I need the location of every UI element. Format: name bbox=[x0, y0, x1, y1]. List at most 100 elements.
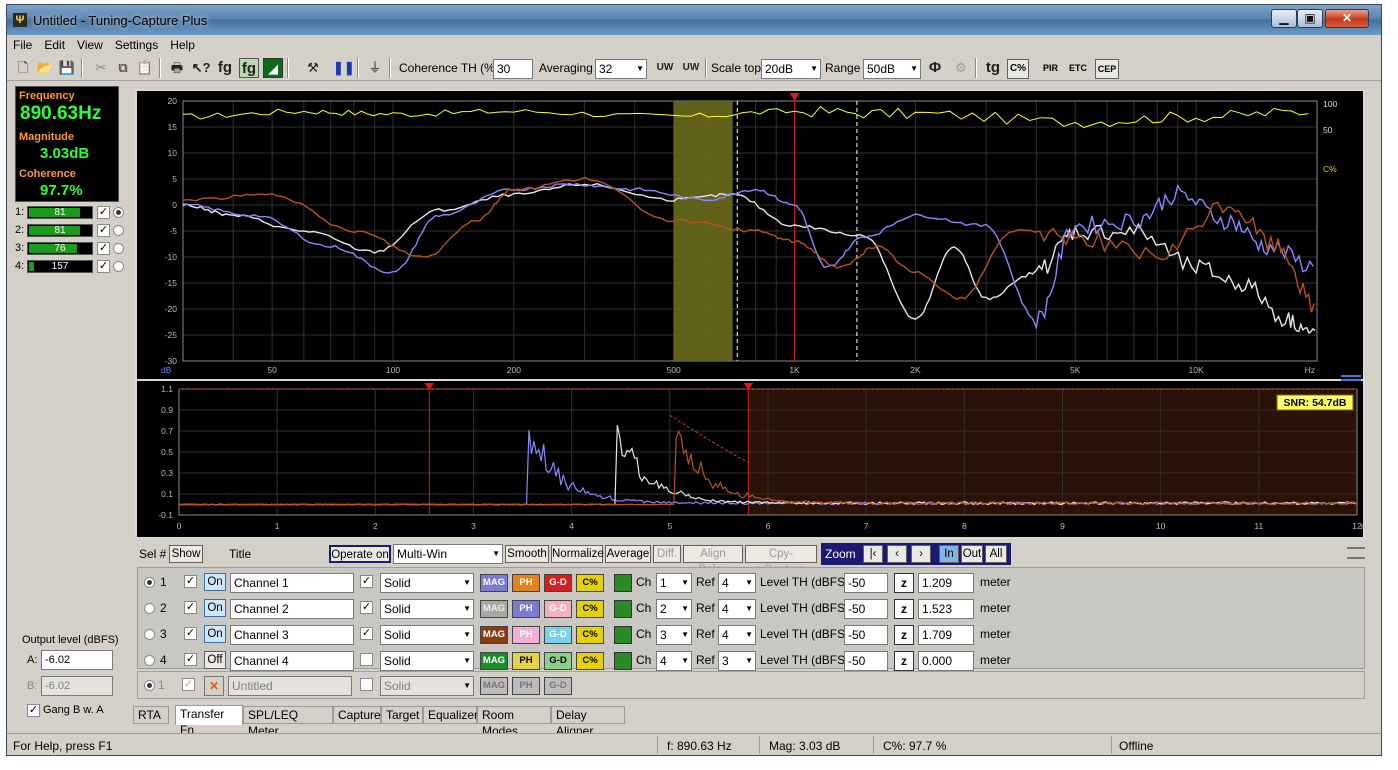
app-icon[interactable]: Ψ bbox=[13, 13, 27, 27]
tab-target[interactable]: Target bbox=[381, 706, 423, 724]
trace-select-radio[interactable] bbox=[144, 629, 155, 640]
trace-select-radio[interactable] bbox=[144, 603, 155, 614]
distance-icon[interactable]: z bbox=[894, 573, 914, 593]
distance-icon[interactable]: z bbox=[894, 651, 914, 671]
capture-show-checkbox[interactable]: ✓ bbox=[182, 678, 195, 691]
trace-phase-button[interactable]: PH bbox=[512, 652, 540, 670]
distance-input[interactable]: 1.709 bbox=[918, 625, 974, 645]
level-th-input[interactable]: -50 bbox=[844, 651, 888, 671]
zoom-in-button[interactable]: In bbox=[939, 545, 959, 563]
cut-icon[interactable]: ✂ bbox=[91, 58, 111, 78]
channel-level-checkbox[interactable]: ✓ bbox=[97, 260, 110, 273]
copy-trace-icon[interactable] bbox=[614, 652, 632, 670]
trace-select-radio[interactable] bbox=[144, 577, 155, 588]
trace-group-delay-button[interactable]: G-D bbox=[544, 600, 572, 618]
trace-show-checkbox[interactable]: ✓ bbox=[184, 575, 197, 588]
graph-icon[interactable]: ◢ bbox=[263, 58, 283, 78]
trace-select-radio[interactable] bbox=[144, 655, 155, 666]
trace-mag-button[interactable]: MAG bbox=[480, 600, 508, 618]
uw-weighting-alt-button[interactable]: UW bbox=[681, 58, 701, 78]
channel-level-checkbox[interactable]: ✓ bbox=[97, 206, 110, 219]
copy-trace-icon[interactable] bbox=[614, 600, 632, 618]
tab-room-modes[interactable]: Room Modes bbox=[477, 706, 551, 738]
trace-on-off-button[interactable]: On bbox=[204, 625, 226, 643]
trace-group-delay-button[interactable]: G-D bbox=[544, 652, 572, 670]
gang-checkbox[interactable]: ✓ bbox=[27, 704, 40, 717]
probe-icon[interactable]: ⚒ bbox=[303, 58, 323, 78]
distance-input[interactable]: 1.209 bbox=[918, 573, 974, 593]
trace-title-input[interactable]: Channel 2 bbox=[230, 599, 354, 619]
capture-style-select[interactable]: Solid bbox=[380, 676, 474, 696]
minimize-button[interactable]: ▁ bbox=[1271, 9, 1297, 28]
trace-style-select[interactable]: Solid bbox=[380, 625, 474, 645]
capture-select-radio[interactable] bbox=[144, 680, 155, 691]
trace-channel-select[interactable]: 1 bbox=[656, 573, 692, 593]
output-b-input[interactable]: -6.02 bbox=[41, 676, 113, 696]
menu-file[interactable]: File bbox=[7, 35, 38, 52]
level-th-input[interactable]: -50 bbox=[844, 573, 888, 593]
averaging-select[interactable]: 32 bbox=[595, 59, 647, 79]
close-button[interactable]: ✕ bbox=[1325, 9, 1369, 28]
phase-icon[interactable]: Φ bbox=[925, 58, 945, 78]
list-menu-icon[interactable] bbox=[1347, 547, 1365, 559]
trace-style-select[interactable]: Solid bbox=[380, 599, 474, 619]
generator-icon[interactable]: ⏚ bbox=[365, 58, 385, 78]
trace-title-input[interactable]: Channel 1 bbox=[230, 573, 354, 593]
trace-phase-button[interactable]: PH bbox=[512, 600, 540, 618]
tab-spl-leq-meter[interactable]: SPL/LEQ Meter bbox=[243, 706, 333, 738]
trace-coherence-button[interactable]: C% bbox=[576, 626, 604, 644]
zoom-prev-button[interactable]: ‹ bbox=[887, 545, 907, 563]
trace-group-delay-button[interactable]: G-D bbox=[544, 574, 572, 592]
trace-show-checkbox[interactable]: ✓ bbox=[184, 653, 197, 666]
multi-win-select[interactable]: Multi-Win bbox=[393, 544, 503, 564]
capture-title-input[interactable]: Untitled bbox=[228, 676, 352, 696]
fg-button[interactable]: fg bbox=[215, 58, 235, 78]
capture-phase-button[interactable]: PH bbox=[512, 677, 540, 695]
diff-button[interactable]: Diff. bbox=[653, 545, 681, 563]
delete-capture-icon[interactable]: ✕ bbox=[204, 676, 224, 696]
distance-icon[interactable]: z bbox=[894, 625, 914, 645]
distance-icon[interactable]: z bbox=[894, 599, 914, 619]
tab-delay-aligner[interactable]: Delay Aligner bbox=[551, 706, 625, 738]
output-a-input[interactable]: -6.02 bbox=[41, 650, 113, 670]
trace-coherence-button[interactable]: C% bbox=[576, 574, 604, 592]
trace-phase-button[interactable]: PH bbox=[512, 574, 540, 592]
trace-reference-select[interactable]: 4 bbox=[718, 573, 756, 593]
zoom-all-button[interactable]: All bbox=[985, 545, 1007, 563]
etc-button[interactable]: ETC bbox=[1069, 58, 1087, 78]
trace-show-checkbox[interactable]: ✓ bbox=[184, 627, 197, 640]
trace-channel-select[interactable]: 3 bbox=[656, 625, 692, 645]
trace-channel-select[interactable]: 4 bbox=[656, 651, 692, 671]
average-button[interactable]: Average bbox=[605, 545, 651, 563]
copy-trace-icon[interactable] bbox=[614, 574, 632, 592]
trace-on-off-button[interactable]: On bbox=[204, 573, 226, 591]
fg-toggle-button[interactable]: fg bbox=[239, 58, 259, 78]
help-cursor-icon[interactable]: ↖? bbox=[191, 58, 211, 78]
capture-mag-button[interactable]: MAG bbox=[480, 677, 508, 695]
capture-visible-checkbox[interactable] bbox=[360, 678, 373, 691]
phase-alt-icon[interactable]: ⚙ bbox=[951, 58, 971, 78]
normalize-button[interactable]: Normalize bbox=[551, 545, 604, 563]
cep-button[interactable]: CEP bbox=[1095, 59, 1119, 79]
trace-channel-select[interactable]: 2 bbox=[656, 599, 692, 619]
menu-edit[interactable]: Edit bbox=[38, 35, 71, 52]
trace-mag-button[interactable]: MAG bbox=[480, 626, 508, 644]
channel-level-checkbox[interactable]: ✓ bbox=[97, 224, 110, 237]
smooth-button[interactable]: Smooth bbox=[505, 545, 549, 563]
trace-style-select[interactable]: Solid bbox=[380, 651, 474, 671]
print-icon[interactable]: 🖶 bbox=[167, 58, 187, 78]
trace-phase-button[interactable]: PH bbox=[512, 626, 540, 644]
channel-level-radio[interactable] bbox=[113, 207, 124, 218]
trace-mag-button[interactable]: MAG bbox=[480, 574, 508, 592]
menu-view[interactable]: View bbox=[71, 35, 109, 52]
menu-help[interactable]: Help bbox=[164, 35, 201, 52]
trace-visible-checkbox[interactable] bbox=[360, 653, 373, 666]
new-file-icon[interactable]: 🗋 bbox=[13, 58, 33, 78]
trace-show-checkbox[interactable]: ✓ bbox=[184, 601, 197, 614]
scale-top-select[interactable]: 20dB bbox=[761, 59, 821, 79]
level-th-input[interactable]: -50 bbox=[844, 625, 888, 645]
tab-rta[interactable]: RTA bbox=[133, 706, 169, 724]
trace-mag-button[interactable]: MAG bbox=[480, 652, 508, 670]
show-button[interactable]: Show bbox=[169, 545, 203, 563]
copy-trace-icon[interactable] bbox=[614, 626, 632, 644]
